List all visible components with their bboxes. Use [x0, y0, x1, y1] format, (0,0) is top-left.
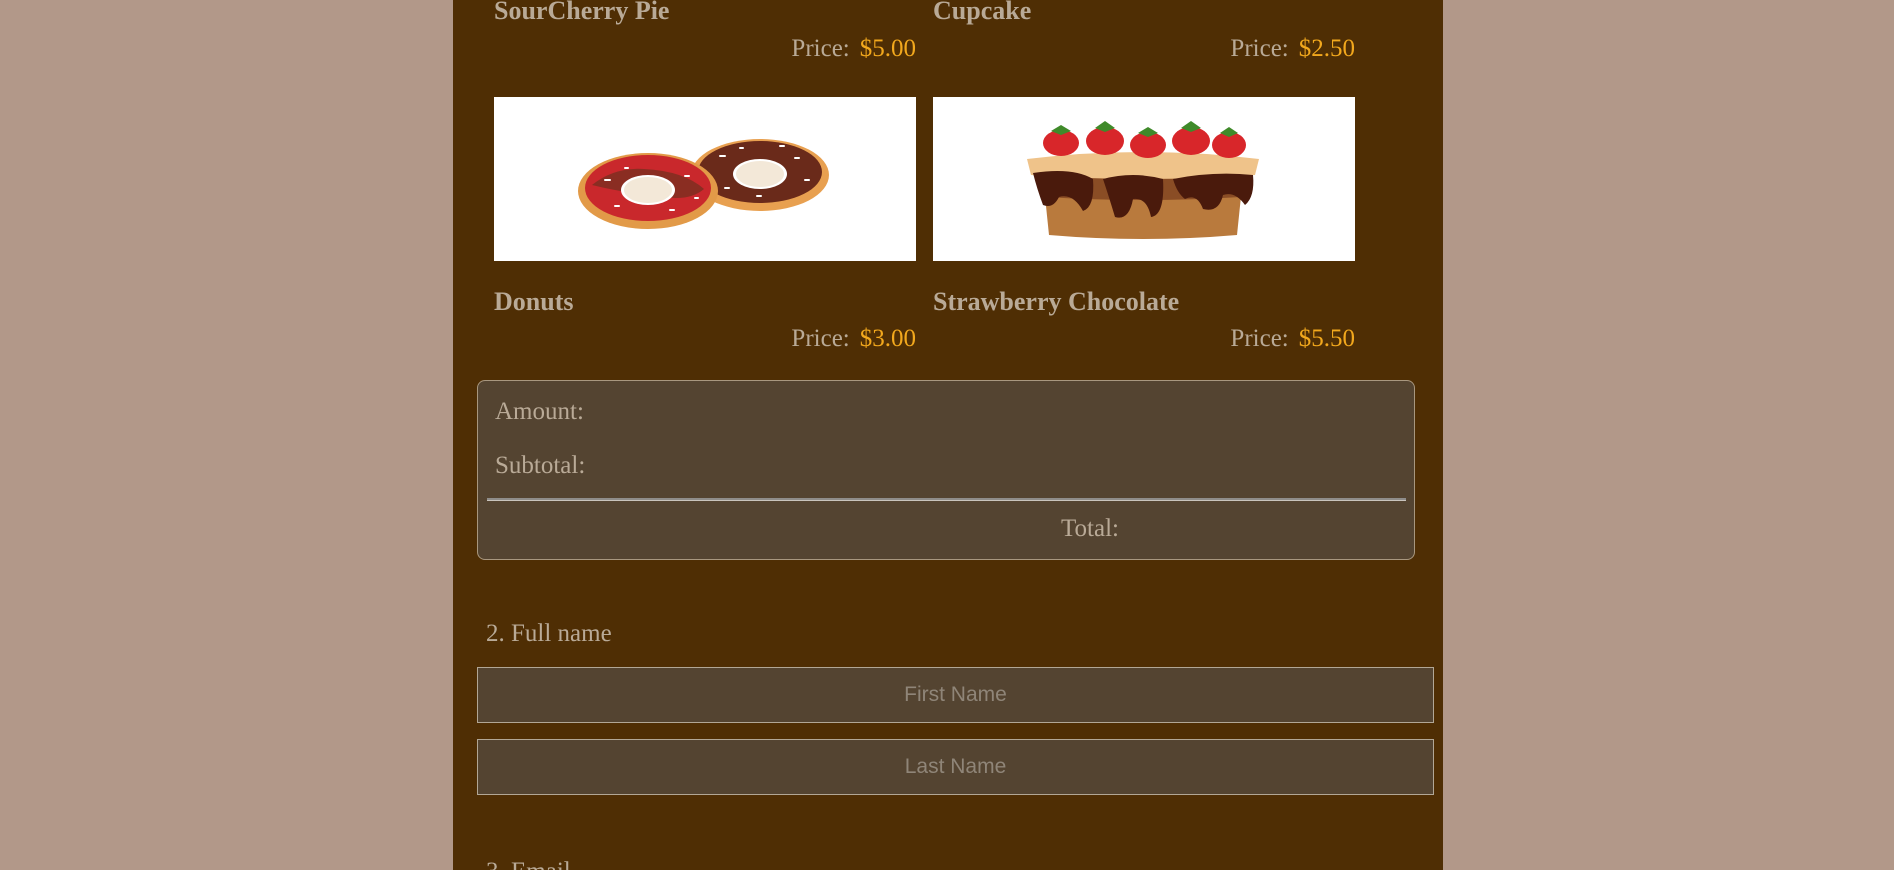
price-label: Price:	[1230, 35, 1289, 62]
price-value: $2.50	[1298, 35, 1355, 62]
product-name-strawberry-chocolate: Strawberry Chocolate	[933, 287, 1180, 316]
price-label: Price:	[791, 35, 850, 62]
full-name-section-label: 2. Full name	[486, 620, 612, 647]
email-section-label: 3. Email	[486, 858, 571, 870]
donuts-illustration	[578, 139, 829, 229]
first-name-input[interactable]	[477, 667, 1434, 723]
price-value: $5.50	[1298, 325, 1355, 352]
product-price-cupcake: Price: $2.50	[933, 35, 1355, 63]
product-price-strawberry-chocolate: Price: $5.50	[933, 325, 1355, 353]
price-label: Price:	[791, 325, 850, 352]
strawberry-chocolate-cake-image[interactable]	[933, 97, 1355, 261]
amount-label: Amount:	[495, 398, 584, 425]
price-value: $5.00	[859, 35, 916, 62]
order-panel: SourCherry Pie Price: $5.00 Cupcake Price…	[453, 0, 1443, 870]
strawberry-chocolate-cake-illustration	[1027, 121, 1259, 239]
donuts-image[interactable]	[494, 97, 916, 261]
last-name-input[interactable]	[477, 739, 1434, 795]
product-name-sourcherry-pie: SourCherry Pie	[494, 0, 670, 25]
total-label: Total:	[1061, 515, 1119, 542]
price-label: Price:	[1230, 325, 1289, 352]
price-value: $3.00	[859, 325, 916, 352]
order-summary-box: Amount: Subtotal: Total:	[477, 380, 1415, 560]
product-price-donuts: Price: $3.00	[494, 325, 916, 353]
subtotal-label: Subtotal:	[495, 452, 586, 479]
summary-divider	[487, 498, 1406, 501]
product-price-sourcherry-pie: Price: $5.00	[494, 35, 916, 63]
product-name-cupcake: Cupcake	[933, 0, 1032, 25]
product-name-donuts: Donuts	[494, 287, 574, 316]
